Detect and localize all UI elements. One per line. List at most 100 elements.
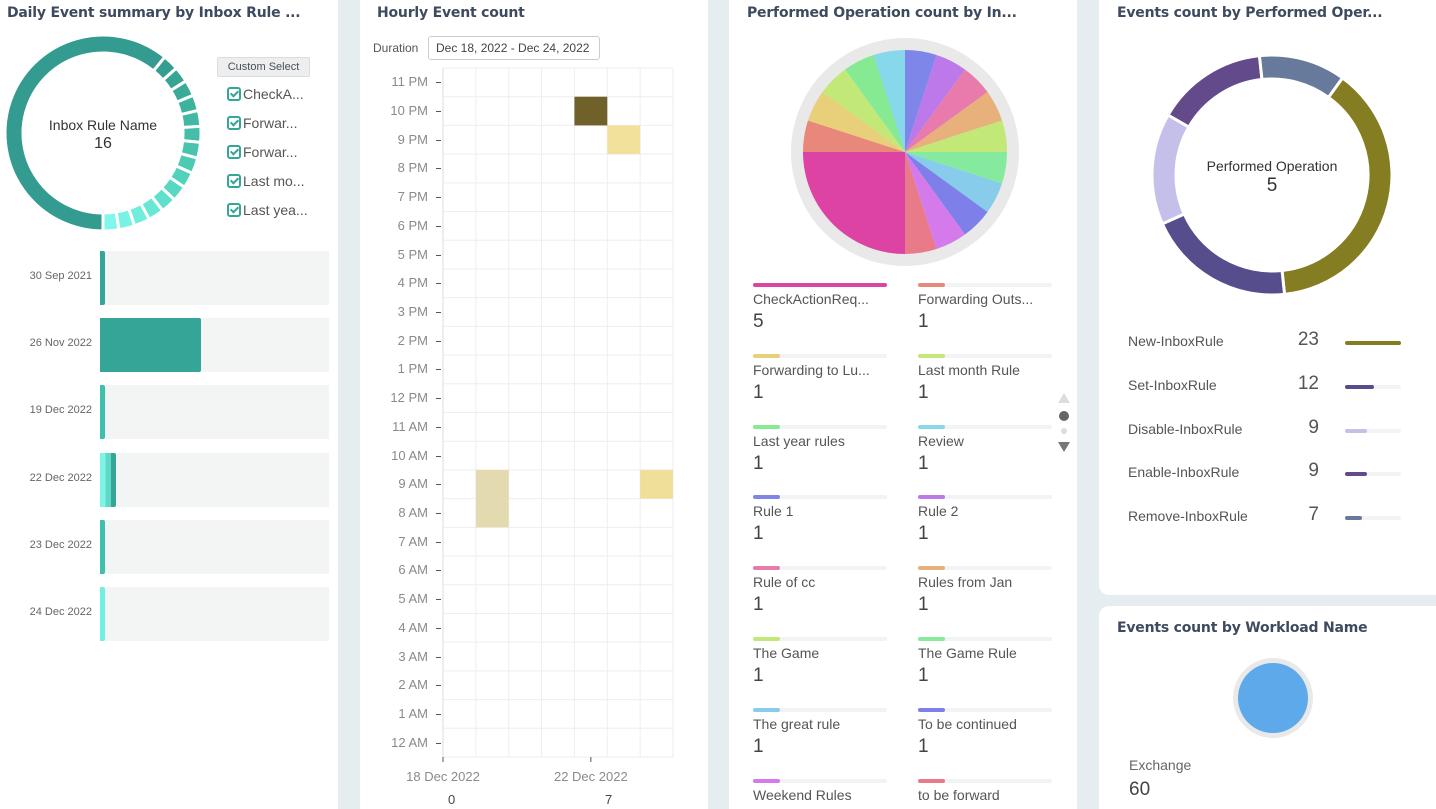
donut-center-label: Performed Operation — [1206, 158, 1338, 174]
checkbox-checked-icon[interactable] — [227, 174, 241, 188]
legend-value: 1 — [918, 594, 929, 616]
legend-label: The great rule — [753, 715, 841, 732]
legend-label: Last month Rule — [918, 361, 1020, 378]
legend-checkbox-item[interactable]: Last yea... — [227, 202, 308, 218]
inbox-rule-donut-slice[interactable] — [179, 108, 203, 130]
legend-value: 1 — [753, 523, 764, 545]
x-axis-label: 18 Dec 2022 — [406, 769, 480, 784]
y-axis-label: 6 AM — [398, 562, 428, 578]
donut-center-label: Inbox Rule Name — [48, 117, 158, 133]
rule-pie-chart[interactable] — [785, 32, 1025, 272]
operation-legend-label: Set-InboxRule — [1128, 376, 1217, 393]
legend-checkbox-item[interactable]: Forwar... — [227, 144, 297, 160]
legend-label: Forwar... — [243, 144, 298, 160]
inbox-rule-donut-slice[interactable] — [101, 210, 121, 233]
daily-bar-fill[interactable] — [100, 452, 117, 507]
operation-donut-slice[interactable] — [1257, 55, 1345, 100]
y-axis-label: 3 PM — [397, 304, 428, 320]
legend-label: CheckA... — [243, 86, 304, 102]
y-axis-tick — [436, 283, 441, 285]
heatmap-cell[interactable] — [574, 96, 608, 126]
legend-bar-track — [918, 778, 1052, 783]
legend-bar-track — [918, 283, 1052, 287]
scale-max-label: 7 — [605, 792, 613, 807]
operation-legend-bar-track — [1345, 472, 1401, 477]
page-down-icon[interactable] — [1058, 442, 1070, 452]
y-axis-tick — [436, 512, 441, 514]
checkbox-checked-icon[interactable] — [227, 145, 241, 159]
checkbox-checked-icon[interactable] — [227, 116, 241, 130]
heatmap-cell[interactable] — [607, 125, 641, 155]
x-axis-label: 22 Dec 2022 — [553, 769, 628, 784]
y-axis-label: 2 PM — [397, 332, 428, 348]
legend-checkbox-item[interactable]: CheckA... — [227, 86, 304, 102]
page-dot-active[interactable] — [1059, 411, 1069, 421]
rule-pie-slice[interactable] — [803, 152, 905, 254]
legend-bar-track — [753, 424, 887, 429]
legend-value: 1 — [753, 594, 764, 616]
events-by-operation-panel: Events count by Performed Oper... Perfor… — [1099, 0, 1436, 595]
daily-bar-fill[interactable] — [100, 251, 105, 305]
y-axis-label: 5 PM — [397, 246, 428, 262]
checkbox-checked-icon[interactable] — [227, 203, 241, 217]
y-axis-label: 3 AM — [398, 648, 428, 664]
legend-value: 1 — [753, 452, 764, 474]
scale-min-label: 0 — [448, 792, 456, 807]
daily-bar-fill[interactable] — [100, 385, 105, 440]
page-up-icon[interactable] — [1058, 393, 1070, 403]
daily-bar-fill[interactable] — [100, 318, 201, 373]
daily-bar-track[interactable] — [100, 251, 329, 305]
legend-checkbox-item[interactable]: Last mo... — [227, 173, 304, 189]
daily-bar-fill[interactable] — [100, 519, 105, 574]
legend-checkbox-item[interactable]: Forwar... — [227, 115, 297, 131]
legend-value: 1 — [918, 452, 929, 474]
daily-bar-track[interactable] — [100, 519, 329, 574]
legend-value: 1 — [918, 523, 929, 545]
legend-label: Forwarding to Lu... — [753, 361, 870, 378]
daily-bar-track[interactable] — [100, 587, 329, 641]
donut-center-value: 16 — [94, 135, 112, 152]
heatmap-cell[interactable] — [475, 498, 509, 528]
heatmap-cell[interactable] — [475, 469, 509, 499]
daily-bar-track[interactable] — [100, 385, 329, 440]
y-axis-tick — [436, 484, 441, 486]
legend-bar-track — [918, 566, 1052, 571]
y-axis-tick — [436, 599, 441, 601]
legend-label: Weekend Rules — [753, 786, 852, 803]
hourly-event-count-panel: Hourly Event count Duration Dec 18, 2022… — [360, 0, 708, 809]
panel-title: Daily Event summary by Inbox Rule ... — [7, 5, 301, 21]
operation-legend-bar-fill — [1345, 341, 1401, 345]
legend-bar-track — [753, 778, 887, 783]
legend-label: Rule 2 — [918, 503, 959, 520]
legend-bar-track — [753, 283, 887, 287]
operation-legend-bar-track — [1345, 516, 1401, 521]
daily-bar-track[interactable] — [100, 452, 329, 507]
legend-bar-fill — [753, 353, 780, 358]
y-axis-label: 8 PM — [397, 160, 428, 176]
legend-label: Review — [918, 432, 964, 449]
y-axis-tick — [436, 197, 441, 199]
heatmap-cell[interactable] — [640, 469, 673, 499]
legend-bar-fill — [918, 283, 945, 287]
daily-event-summary-panel: Daily Event summary by Inbox Rule ... In… — [0, 0, 338, 809]
operation-donut-slice[interactable] — [1160, 212, 1287, 295]
workload-pie-chart[interactable] — [1231, 656, 1315, 740]
events-by-workload-panel: Events count by Workload Name Exchange 6… — [1099, 606, 1436, 809]
y-axis-label: 5 AM — [398, 591, 428, 607]
y-axis-label: 1 PM — [397, 361, 428, 377]
page-dot[interactable] — [1061, 428, 1067, 434]
checkbox-checked-icon[interactable] — [227, 87, 241, 101]
date-label: 24 Dec 2022 — [29, 606, 92, 618]
daily-bar-fill[interactable] — [100, 587, 105, 641]
legend-value: 5 — [753, 311, 764, 332]
y-axis-label: 6 PM — [397, 217, 428, 233]
y-axis-label: 8 AM — [398, 504, 428, 520]
legend-label: To be continued — [918, 715, 1017, 732]
daily-bar-track[interactable] — [100, 318, 329, 373]
y-axis-tick — [436, 369, 441, 371]
y-axis-tick — [436, 455, 441, 457]
operation-donut-slice[interactable] — [1166, 55, 1264, 130]
custom-select-button[interactable]: Custom Select — [217, 57, 310, 77]
operation-legend-bar-fill — [1345, 384, 1375, 389]
workload-pie-slice[interactable] — [1238, 663, 1308, 733]
